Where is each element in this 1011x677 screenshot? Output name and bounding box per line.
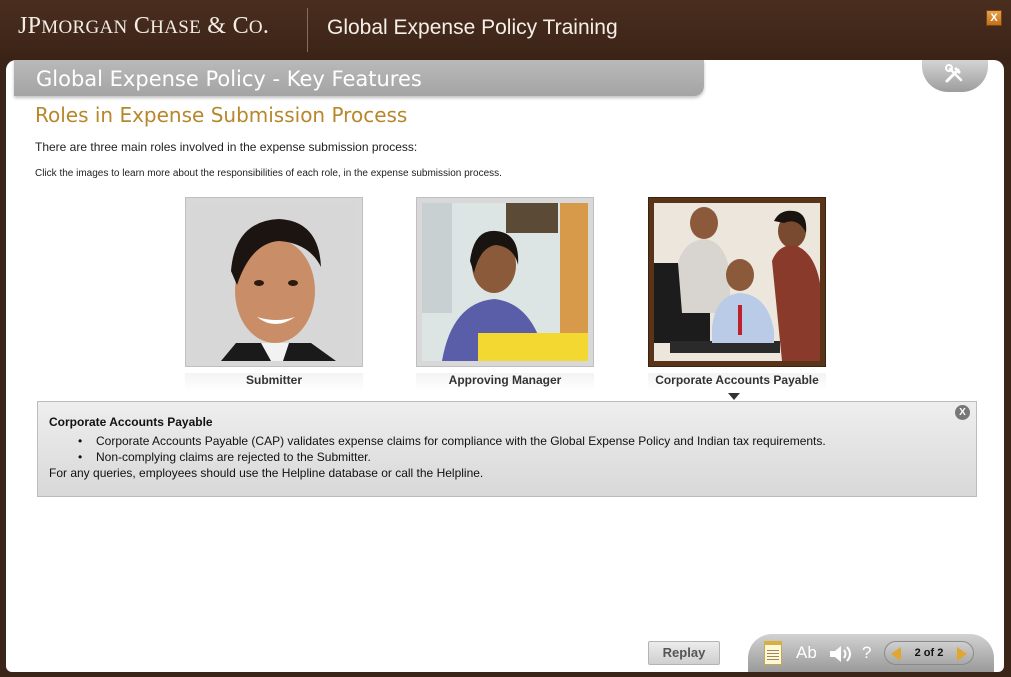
role-label: Submitter xyxy=(185,373,363,391)
info-bullet: Non-complying claims are rejected to the… xyxy=(78,449,826,465)
company-logo: JPMORGAN CHASE & CO. xyxy=(18,13,270,39)
role-label: Corporate Accounts Payable xyxy=(648,373,826,391)
section-heading: Roles in Expense Submission Process xyxy=(35,103,408,127)
submitter-photo[interactable] xyxy=(191,203,357,361)
info-bullet: Corporate Accounts Payable (CAP) validat… xyxy=(78,433,826,449)
role-frame xyxy=(185,197,363,367)
navigation-bar: Ab ? 2 of 2 xyxy=(748,634,994,672)
info-footer: For any queries, employees should use th… xyxy=(49,466,484,480)
speaker-icon[interactable] xyxy=(828,645,852,663)
close-app-button[interactable]: X xyxy=(986,10,1002,26)
approving-manager-photo[interactable] xyxy=(422,203,588,361)
role-frame-selected xyxy=(648,197,826,367)
instruction-text: Click the images to learn more about the… xyxy=(35,168,502,179)
content-panel: Global Expense Policy - Key Features Rol… xyxy=(6,60,1004,672)
info-bullet-list: Corporate Accounts Payable (CAP) validat… xyxy=(78,433,826,465)
course-title: Global Expense Policy Training xyxy=(327,16,618,39)
role-card-submitter[interactable]: Submitter xyxy=(185,197,363,391)
role-label: Approving Manager xyxy=(416,373,594,391)
page-navigator: 2 of 2 xyxy=(884,641,974,665)
notes-icon[interactable] xyxy=(764,641,782,665)
role-info-box: Corporate Accounts Payable Corporate Acc… xyxy=(37,401,977,497)
replay-button[interactable]: Replay xyxy=(648,641,720,665)
next-page-arrow-icon[interactable] xyxy=(957,647,967,661)
app-header: JPMORGAN CHASE & CO. Global Expense Poli… xyxy=(0,0,1011,60)
role-card-corporate-accounts-payable[interactable]: Corporate Accounts Payable xyxy=(648,197,826,391)
help-button[interactable]: ? xyxy=(862,643,871,663)
corporate-accounts-payable-photo[interactable] xyxy=(654,203,820,361)
selected-role-pointer xyxy=(728,393,740,400)
topic-bar: Global Expense Policy - Key Features xyxy=(14,60,704,96)
tools-button[interactable] xyxy=(922,60,988,92)
header-divider xyxy=(307,8,308,52)
info-title: Corporate Accounts Payable xyxy=(49,415,213,429)
role-card-approving-manager[interactable]: Approving Manager xyxy=(416,197,594,391)
role-frame xyxy=(416,197,594,367)
font-size-button[interactable]: Ab xyxy=(796,643,817,663)
intro-text: There are three main roles involved in t… xyxy=(35,140,418,154)
info-close-button[interactable]: X xyxy=(955,405,970,420)
topic-title: Global Expense Policy - Key Features xyxy=(36,67,422,91)
tools-icon xyxy=(945,64,963,83)
